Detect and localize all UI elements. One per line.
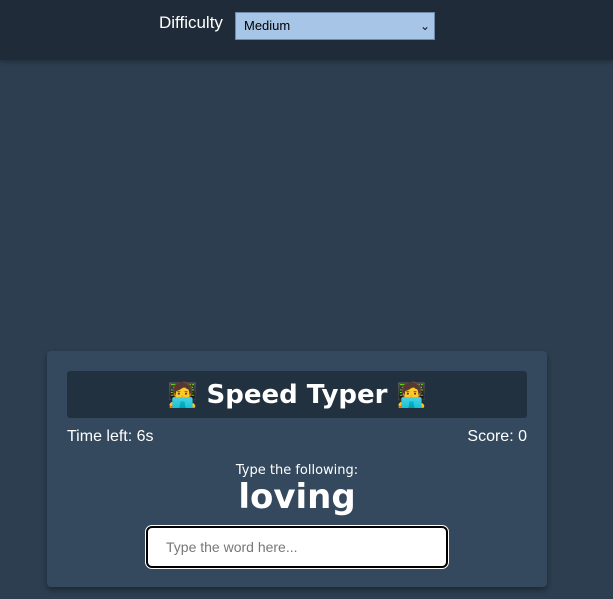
score: Score: 0 xyxy=(467,428,527,445)
prompt-text: Type the following: xyxy=(235,463,359,478)
difficulty-label: Difficulty xyxy=(159,13,223,32)
word-input[interactable] xyxy=(148,528,446,566)
time-left: Time left: 6s xyxy=(67,428,154,445)
difficulty-selected-value: Medium xyxy=(244,18,291,33)
chevron-down-icon: ⌄ xyxy=(419,19,430,33)
game-title: Speed Typer xyxy=(206,379,388,410)
word-input-wrapper xyxy=(146,526,448,568)
difficulty-select[interactable]: Medium ⌄ xyxy=(235,12,435,40)
technologist-icon: 🧑‍💻 xyxy=(396,380,427,409)
settings-bar: Difficulty Medium ⌄ xyxy=(0,0,613,60)
game-card: 🧑‍💻 Speed Typer 🧑‍💻 Time left: 6s Score:… xyxy=(47,351,547,587)
technologist-icon: 🧑‍💻 xyxy=(167,380,198,409)
target-word: loving xyxy=(238,477,356,517)
title-bar: 🧑‍💻 Speed Typer 🧑‍💻 xyxy=(67,371,527,418)
